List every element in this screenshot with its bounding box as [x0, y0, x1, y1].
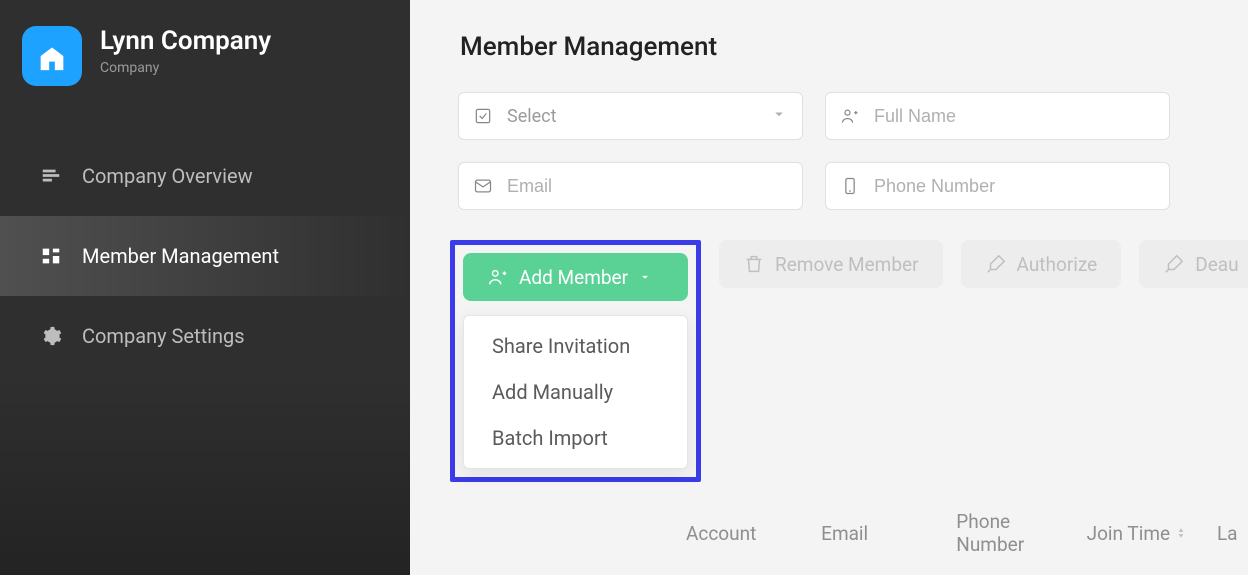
company-name: Lynn Company — [100, 26, 271, 56]
sidebar-item-members[interactable]: Member Management — [0, 216, 410, 296]
add-member-highlight: Add Member Share Invitation Add Manually… — [450, 240, 701, 482]
menu-share-invitation[interactable]: Share Invitation — [474, 334, 677, 358]
add-member-menu: Share Invitation Add Manually Batch Impo… — [463, 315, 688, 469]
th-phone[interactable]: Phone Number — [948, 510, 1078, 556]
remove-member-button[interactable]: Remove Member — [719, 240, 943, 288]
deauthorize-button[interactable]: Deau — [1139, 240, 1248, 288]
th-join-label: Join Time — [1087, 522, 1170, 545]
sort-icon — [1174, 522, 1188, 545]
deauthorize-icon — [1163, 253, 1185, 275]
brand-logo-icon — [22, 26, 82, 86]
members-table: Account Email Phone Number Join Time La … — [458, 510, 1248, 575]
th-account[interactable]: Account — [678, 522, 813, 545]
select-icon — [473, 106, 493, 126]
filter-bar: Select — [458, 92, 1248, 210]
settings-icon — [40, 325, 62, 347]
th-email[interactable]: Email — [813, 522, 948, 545]
authorize-icon — [985, 253, 1007, 275]
brand-text: Lynn Company Company — [100, 26, 271, 76]
chevron-down-icon — [638, 270, 652, 284]
action-bar: Add Member Share Invitation Add Manually… — [458, 240, 1248, 482]
table-row[interactable]: l p 4/20/2023, 8:42:30 P — [458, 556, 1248, 575]
sidebar-item-label: Company Overview — [82, 164, 253, 188]
remove-member-label: Remove Member — [775, 253, 919, 276]
sidebar-nav: Company Overview Member Management Compa… — [0, 136, 410, 376]
filter-fullname[interactable] — [825, 92, 1170, 140]
brand-block: Lynn Company Company — [0, 0, 410, 96]
sidebar-item-label: Member Management — [82, 244, 279, 268]
overview-icon — [40, 165, 62, 187]
app-root: Lynn Company Company Company Overview Me… — [0, 0, 1248, 575]
filter-email[interactable] — [458, 162, 803, 210]
person-icon — [840, 106, 860, 126]
fullname-input[interactable] — [874, 93, 1155, 139]
sidebar-item-settings[interactable]: Company Settings — [0, 296, 410, 376]
page-title: Member Management — [458, 32, 1248, 62]
sidebar-item-overview[interactable]: Company Overview — [0, 136, 410, 216]
menu-batch-import[interactable]: Batch Import — [474, 426, 677, 450]
th-last[interactable]: La — [1209, 522, 1248, 545]
email-input[interactable] — [507, 163, 788, 209]
main-content: Member Management Select — [410, 0, 1248, 575]
phone-icon — [840, 176, 860, 196]
filter-phone[interactable] — [825, 162, 1170, 210]
trash-icon — [743, 253, 765, 275]
members-icon — [40, 245, 62, 267]
phone-input[interactable] — [874, 163, 1155, 209]
mail-icon — [473, 176, 493, 196]
sidebar: Lynn Company Company Company Overview Me… — [0, 0, 410, 575]
filter-select[interactable]: Select — [458, 92, 803, 140]
add-member-button[interactable]: Add Member — [463, 253, 688, 301]
authorize-label: Authorize — [1017, 253, 1098, 276]
add-person-icon — [487, 266, 509, 288]
th-join-time[interactable]: Join Time — [1079, 522, 1209, 545]
add-member-label: Add Member — [519, 266, 628, 289]
sidebar-item-label: Company Settings — [82, 324, 245, 348]
table-header-row: Account Email Phone Number Join Time La — [458, 510, 1248, 556]
menu-add-manually[interactable]: Add Manually — [474, 380, 677, 404]
deauthorize-label: Deau — [1195, 253, 1238, 276]
chevron-down-icon — [770, 105, 788, 128]
authorize-button[interactable]: Authorize — [961, 240, 1122, 288]
filter-select-placeholder: Select — [507, 106, 556, 127]
company-subtitle: Company — [100, 60, 271, 76]
